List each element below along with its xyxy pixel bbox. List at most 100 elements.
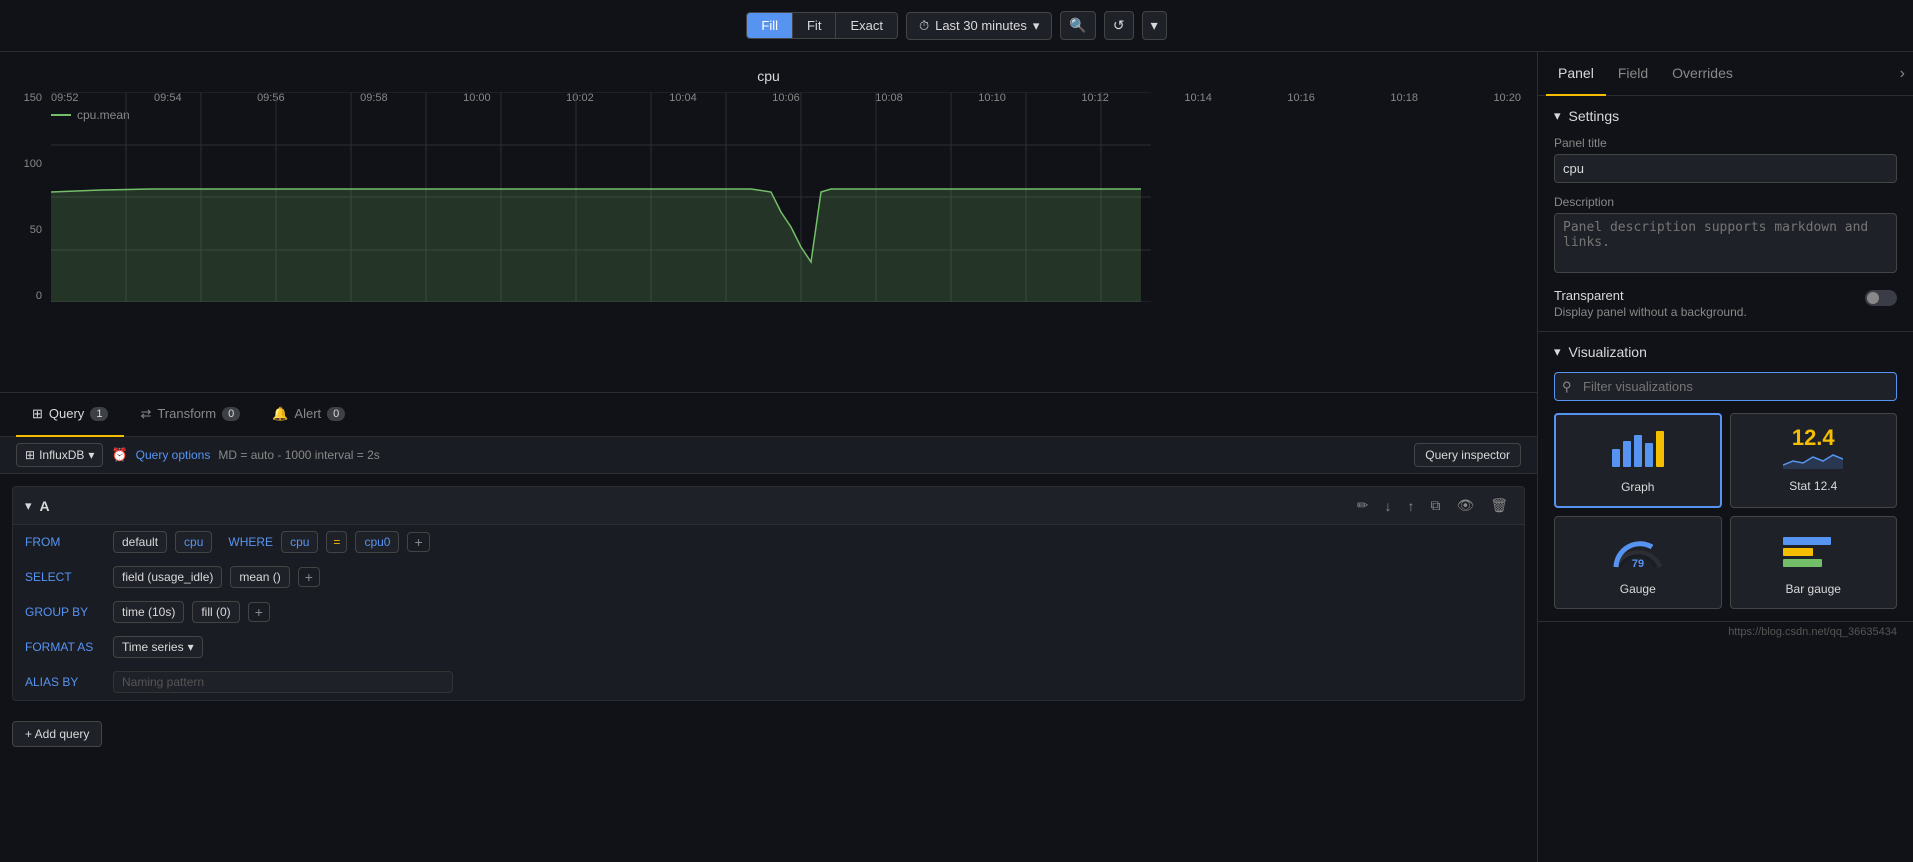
viz-filter-input[interactable] <box>1554 372 1897 401</box>
y-label-100: 100 <box>16 158 42 170</box>
add-query-button[interactable]: + Add query <box>12 721 102 747</box>
bar-gauge-display <box>1783 537 1843 567</box>
alias-input[interactable] <box>113 671 453 693</box>
datasource-selector[interactable]: ⊞ InfluxDB ▾ <box>16 443 103 467</box>
fit-button[interactable]: Fit <box>793 13 836 38</box>
delete-button[interactable]: 🗑 <box>1486 495 1512 516</box>
select-label: SELECT <box>25 570 105 584</box>
tab-alert[interactable]: 🔔 Alert 0 <box>256 393 361 437</box>
select-field-value[interactable]: field (usage_idle) <box>113 566 222 588</box>
visualization-header[interactable]: ▾ Visualization <box>1554 344 1897 360</box>
tab-alert-badge: 0 <box>327 407 345 421</box>
viz-card-bar-gauge[interactable]: Bar gauge <box>1730 516 1898 609</box>
from-label: FROM <box>25 535 105 549</box>
add-group-button[interactable]: + <box>248 602 270 622</box>
time-range-button[interactable]: ⏱ Last 30 minutes ▾ <box>906 12 1052 40</box>
viz-card-stat[interactable]: 12.4 Stat 12.4 <box>1730 413 1898 508</box>
panel-title-input[interactable] <box>1554 154 1897 183</box>
tab-query[interactable]: ⊞ Query 1 <box>16 393 124 437</box>
panel-title-group: Panel title <box>1554 136 1897 183</box>
add-query-row: + Add query <box>0 713 1537 755</box>
visualization-title: Visualization <box>1569 344 1647 360</box>
tabs-bar: ⊞ Query 1 ⇄ Transform 0 🔔 Alert 0 <box>0 393 1537 437</box>
stat-number: 12.4 <box>1783 425 1843 451</box>
bar-gauge-icon <box>1783 529 1843 574</box>
more-options-button[interactable]: ▾ <box>1142 11 1167 40</box>
tab-panel[interactable]: Panel <box>1546 52 1606 96</box>
where-eq-operator[interactable]: = <box>326 531 347 553</box>
description-textarea[interactable] <box>1554 213 1897 273</box>
duplicate-button[interactable]: ⧉ <box>1426 495 1444 516</box>
transparent-row: Transparent Display panel without a back… <box>1554 288 1897 319</box>
gauge-svg: 79 <box>1608 529 1668 574</box>
tab-field-label: Field <box>1618 65 1648 81</box>
svg-text:79: 79 <box>1632 558 1644 570</box>
add-select-button[interactable]: + <box>298 567 320 587</box>
where-cpu0-value[interactable]: cpu0 <box>355 531 399 553</box>
gauge-label: Gauge <box>1620 582 1656 596</box>
query-header: ▾ A ✏ ↓ ↑ ⧉ 👁 🗑 <box>13 487 1524 525</box>
viz-card-graph[interactable]: Graph <box>1554 413 1722 508</box>
tab-field[interactable]: Field <box>1606 52 1660 96</box>
query-row-from: FROM default cpu WHERE cpu = cpu0 + <box>13 525 1524 560</box>
settings-header[interactable]: ▾ Settings <box>1554 108 1897 124</box>
query-actions: ✏ ↓ ↑ ⧉ 👁 🗑 <box>1353 495 1512 516</box>
tab-query-badge: 1 <box>90 407 108 421</box>
viz-grid: Graph 12.4 Stat 12.4 <box>1554 413 1897 609</box>
tab-overrides[interactable]: Overrides <box>1660 52 1745 96</box>
stat-icon: 12.4 <box>1783 426 1843 471</box>
description-label: Description <box>1554 195 1897 209</box>
visualization-section: ▾ Visualization ⚲ <box>1538 332 1913 621</box>
y-label-50: 50 <box>16 224 42 236</box>
graph-icon <box>1608 427 1668 472</box>
group-time-value[interactable]: time (10s) <box>113 601 184 623</box>
panel-collapse-button[interactable]: › <box>1900 65 1905 83</box>
from-cpu-value[interactable]: cpu <box>175 531 212 553</box>
description-group: Description <box>1554 195 1897 276</box>
tab-alert-label: Alert <box>294 406 321 421</box>
left-panel: cpu 150 100 50 0 <box>0 52 1538 862</box>
top-toolbar: Fill Fit Exact ⏱ Last 30 minutes ▾ 🔍 ↺ ▾ <box>0 0 1913 52</box>
query-options-label[interactable]: Query options <box>136 448 211 462</box>
transparent-toggle[interactable] <box>1865 290 1897 306</box>
stat-label: Stat 12.4 <box>1789 479 1837 493</box>
format-value: Time series <box>122 640 184 654</box>
query-inspector-button[interactable]: Query inspector <box>1414 443 1521 467</box>
exact-button[interactable]: Exact <box>836 13 897 38</box>
tab-query-icon: ⊞ <box>32 406 43 422</box>
query-row-format: FORMAT AS Time series ▾ <box>13 630 1524 665</box>
tab-overrides-label: Overrides <box>1672 65 1733 81</box>
from-default-value[interactable]: default <box>113 531 167 553</box>
refresh-button[interactable]: ↺ <box>1104 11 1134 40</box>
fill-button[interactable]: Fill <box>747 13 793 38</box>
tab-transform-badge: 0 <box>222 407 240 421</box>
edit-button[interactable]: ✏ <box>1353 495 1373 516</box>
query-builder-a: ▾ A ✏ ↓ ↑ ⧉ 👁 🗑 FROM default cpu <box>12 486 1525 701</box>
settings-section: ▾ Settings Panel title Description Trans… <box>1538 96 1913 332</box>
zoom-button[interactable]: 🔍 <box>1060 11 1095 40</box>
move-up-button[interactable]: ↑ <box>1403 495 1418 516</box>
select-mean-value[interactable]: mean () <box>230 566 289 588</box>
tab-transform[interactable]: ⇄ Transform 0 <box>124 393 256 437</box>
viz-card-gauge[interactable]: 79 Gauge <box>1554 516 1722 609</box>
right-panel: Panel Field Overrides › ▾ Settings Panel… <box>1538 52 1913 862</box>
stat-wave-svg <box>1783 451 1843 469</box>
query-row-groupby: GROUP BY time (10s) fill (0) + <box>13 595 1524 630</box>
format-dropdown[interactable]: Time series ▾ <box>113 636 203 658</box>
where-cpu-value[interactable]: cpu <box>281 531 318 553</box>
tab-query-label: Query <box>49 406 84 421</box>
transparent-desc: Display panel without a background. <box>1554 305 1857 319</box>
query-row-alias: ALIAS BY <box>13 665 1524 700</box>
add-where-button[interactable]: + <box>407 532 429 552</box>
bg-bar-3 <box>1783 559 1822 567</box>
footer-url-text: https://blog.csdn.net/qq_36635434 <box>1728 626 1897 638</box>
toggle-visibility-button[interactable]: 👁 <box>1452 495 1478 516</box>
tab-transform-icon: ⇄ <box>140 406 151 422</box>
chart-container: 150 100 50 0 <box>16 92 1521 352</box>
query-section: ⊞ Query 1 ⇄ Transform 0 🔔 Alert 0 <box>0 392 1537 862</box>
move-down-button[interactable]: ↓ <box>1380 495 1395 516</box>
visualization-chevron: ▾ <box>1554 344 1561 360</box>
tab-alert-icon: 🔔 <box>272 406 288 422</box>
chart-title: cpu <box>16 68 1521 84</box>
group-fill-value[interactable]: fill (0) <box>192 601 239 623</box>
